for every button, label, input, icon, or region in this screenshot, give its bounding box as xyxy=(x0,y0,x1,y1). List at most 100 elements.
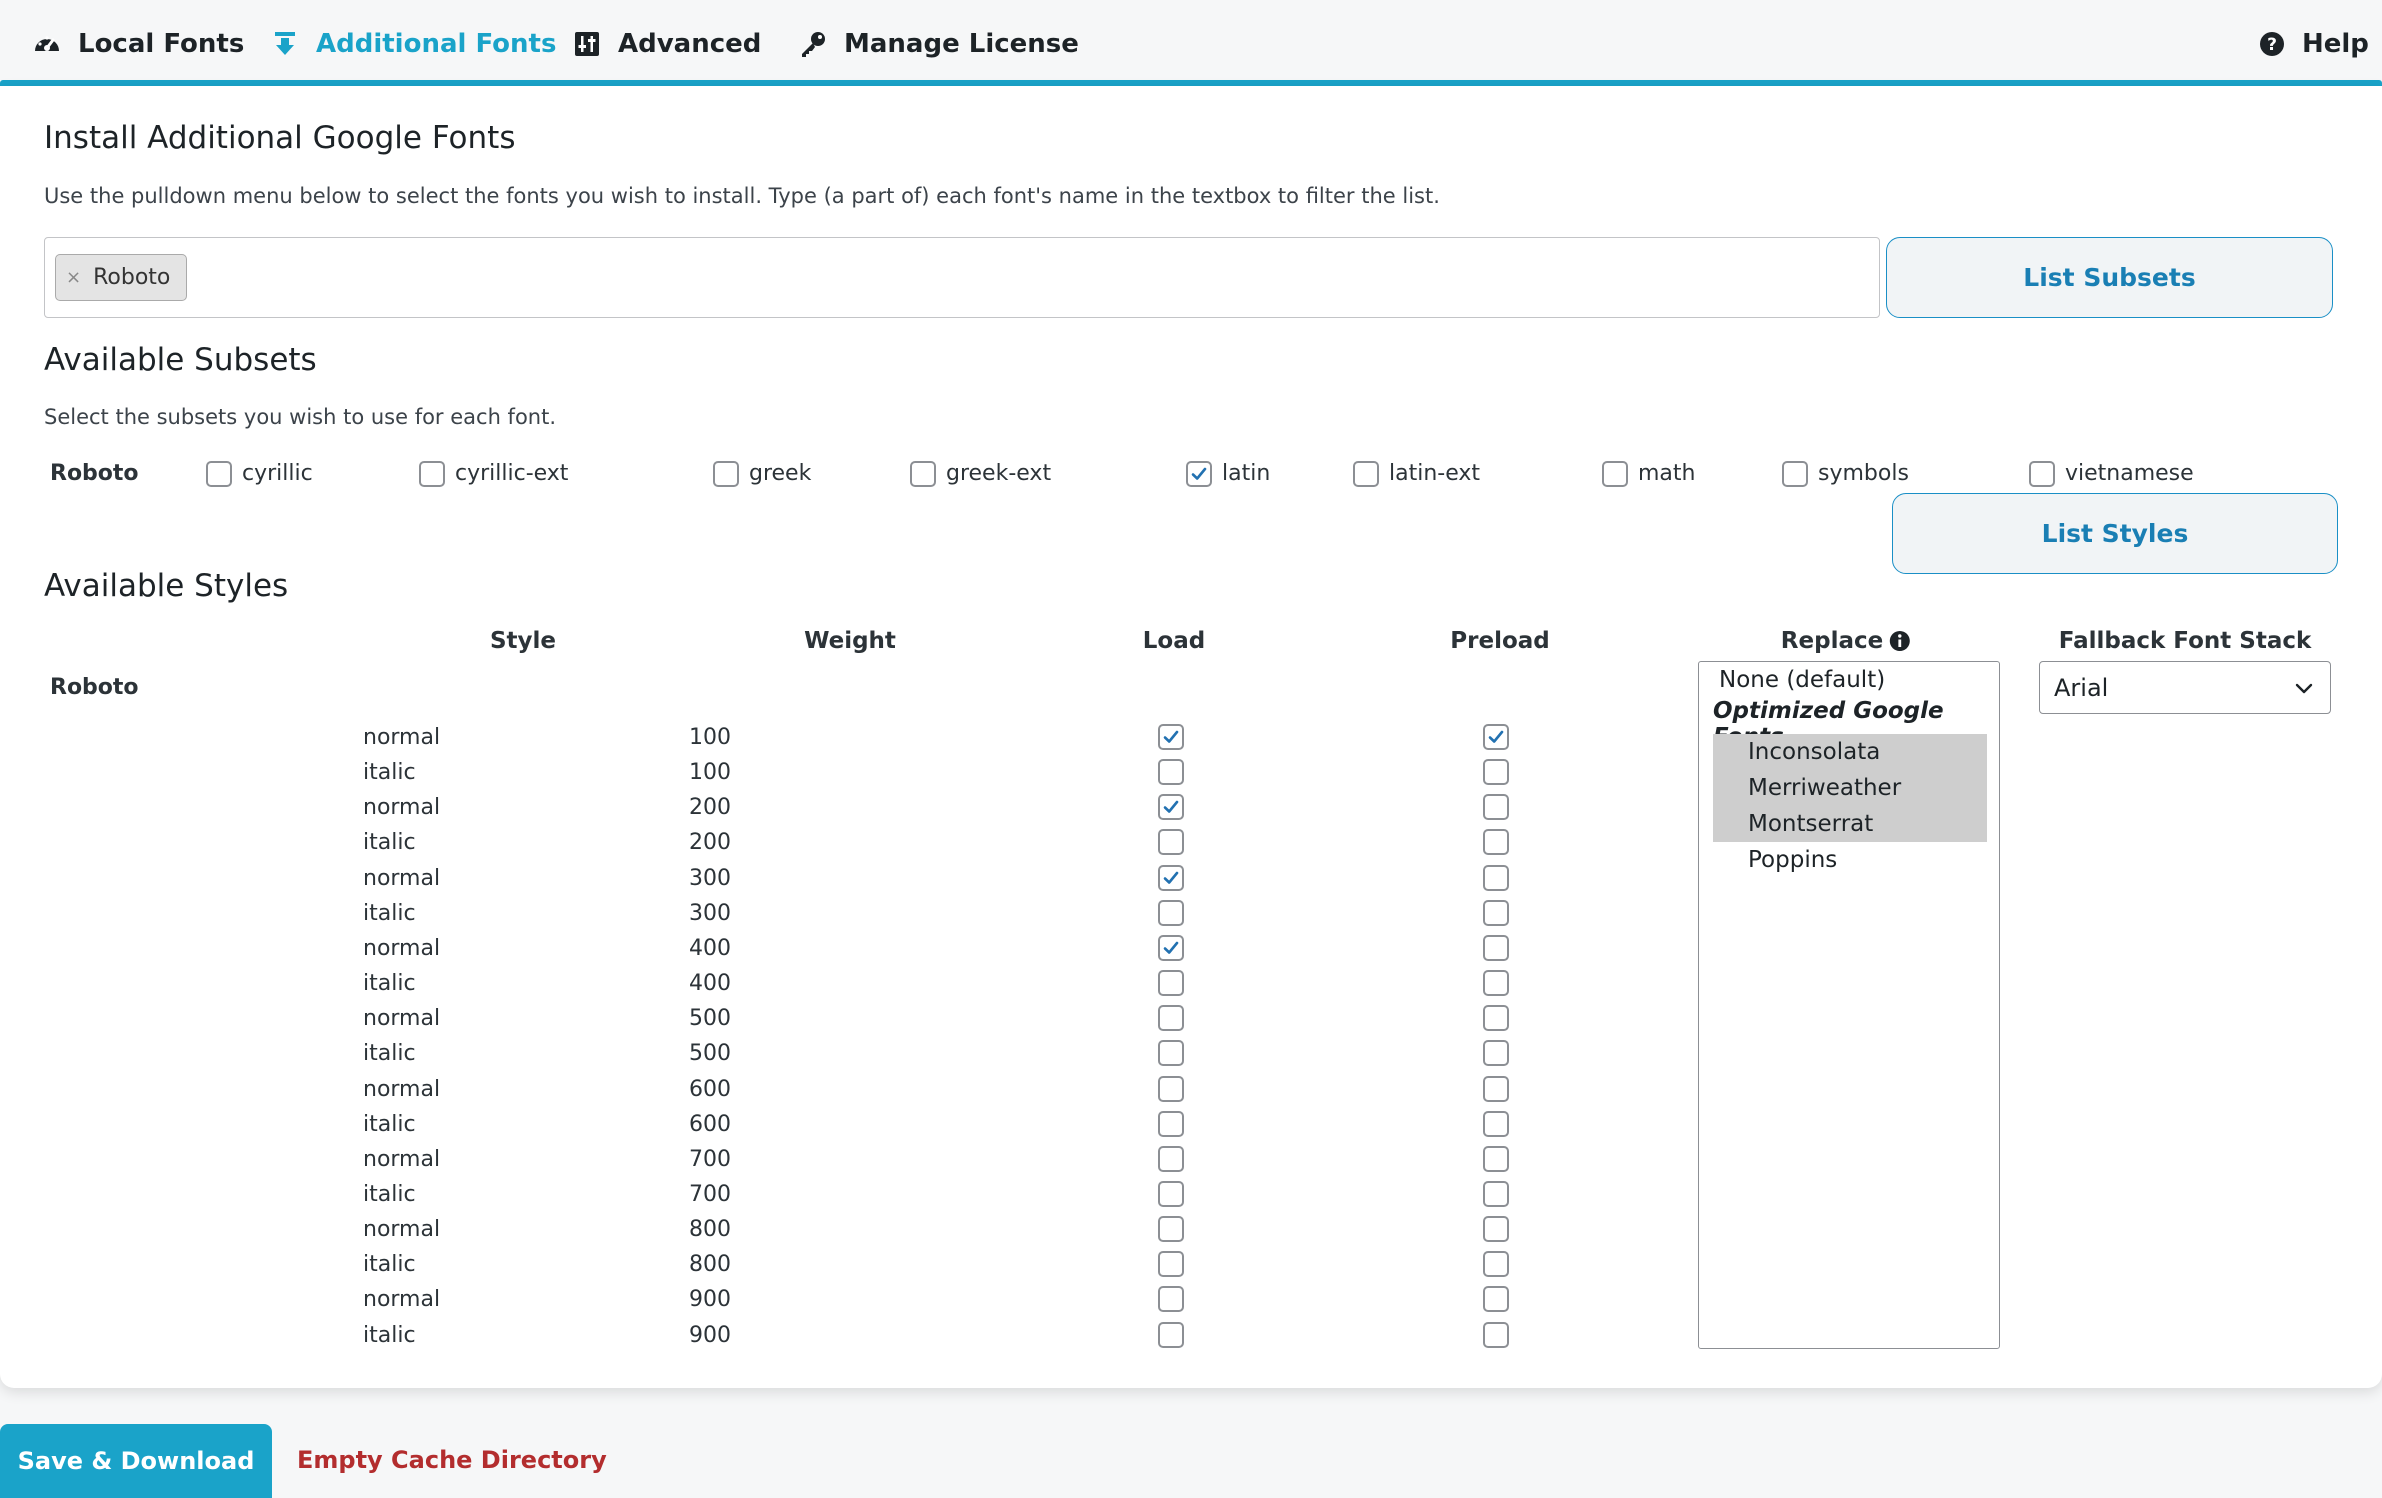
preload-checkbox[interactable] xyxy=(1483,1040,1509,1066)
load-checkbox[interactable] xyxy=(1158,1146,1184,1172)
font-select-input[interactable]: × Roboto xyxy=(44,237,1880,318)
subset-checkbox-greek[interactable] xyxy=(713,461,739,487)
preload-checkbox[interactable] xyxy=(1483,829,1509,855)
weight-cell: 600 xyxy=(689,1077,731,1102)
tab-label: Additional Fonts xyxy=(316,29,557,59)
column-header-weight: Weight xyxy=(804,628,896,654)
load-checkbox[interactable] xyxy=(1158,1181,1184,1207)
styles-font-name: Roboto xyxy=(50,675,139,700)
replace-option[interactable]: Merriweather xyxy=(1713,770,1987,806)
subset-checkbox-symbols[interactable] xyxy=(1782,461,1808,487)
style-cell: italic xyxy=(363,1041,416,1066)
list-styles-button[interactable]: List Styles xyxy=(1892,493,2338,574)
load-checkbox[interactable] xyxy=(1158,1076,1184,1102)
tab-additional-fonts[interactable]: Additional Fonts xyxy=(268,22,556,66)
preload-checkbox[interactable] xyxy=(1483,1251,1509,1277)
preload-checkbox[interactable] xyxy=(1483,1111,1509,1137)
style-cell: normal xyxy=(363,795,441,820)
style-cell: normal xyxy=(363,936,441,961)
preload-checkbox[interactable] xyxy=(1483,794,1509,820)
subset-checkbox-vietnamese[interactable] xyxy=(2029,461,2055,487)
subset-label: latin-ext xyxy=(1389,461,1481,486)
list-subsets-button[interactable]: List Subsets xyxy=(1886,237,2333,318)
preload-checkbox[interactable] xyxy=(1483,1322,1509,1348)
weight-cell: 200 xyxy=(689,795,731,820)
load-checkbox[interactable] xyxy=(1158,829,1184,855)
subset-checkbox-latin[interactable] xyxy=(1186,461,1212,487)
preload-checkbox[interactable] xyxy=(1483,935,1509,961)
replace-option-default[interactable]: None (default) xyxy=(1699,662,1999,698)
weight-cell: 500 xyxy=(689,1006,731,1031)
subset-label: cyrillic-ext xyxy=(455,461,569,486)
load-checkbox[interactable] xyxy=(1158,900,1184,926)
style-cell: normal xyxy=(363,1287,441,1312)
style-cell: italic xyxy=(363,760,416,785)
column-header-load: Load xyxy=(1142,628,1206,654)
subset-label: latin xyxy=(1222,461,1271,486)
styles-title: Available Styles xyxy=(44,568,289,604)
load-checkbox[interactable] xyxy=(1158,1322,1184,1348)
load-checkbox[interactable] xyxy=(1158,970,1184,996)
subset-checkbox-math[interactable] xyxy=(1602,461,1628,487)
subset-checkbox-latin-ext[interactable] xyxy=(1353,461,1379,487)
style-cell: italic xyxy=(363,1323,416,1348)
style-cell: normal xyxy=(363,866,441,891)
preload-checkbox[interactable] xyxy=(1483,1076,1509,1102)
subset-label: greek-ext xyxy=(946,461,1052,486)
weight-cell: 700 xyxy=(689,1147,731,1172)
preload-checkbox[interactable] xyxy=(1483,970,1509,996)
subset-label: cyrillic xyxy=(242,461,313,486)
gauge-icon xyxy=(30,27,64,61)
preload-checkbox[interactable] xyxy=(1483,1005,1509,1031)
style-cell: normal xyxy=(363,725,441,750)
subsets-title: Available Subsets xyxy=(44,342,317,378)
download-icon xyxy=(268,27,302,61)
help-link[interactable]: ? Help xyxy=(2258,22,2369,66)
preload-checkbox[interactable] xyxy=(1483,1181,1509,1207)
load-checkbox[interactable] xyxy=(1158,794,1184,820)
preload-checkbox[interactable] xyxy=(1483,759,1509,785)
load-checkbox[interactable] xyxy=(1158,1216,1184,1242)
style-cell: italic xyxy=(363,971,416,996)
tab-local-fonts[interactable]: Local Fonts xyxy=(30,22,244,66)
subset-checkbox-cyrillic-ext[interactable] xyxy=(419,461,445,487)
load-checkbox[interactable] xyxy=(1158,1251,1184,1277)
preload-checkbox[interactable] xyxy=(1483,865,1509,891)
empty-cache-link[interactable]: Empty Cache Directory xyxy=(297,1446,607,1474)
install-title: Install Additional Google Fonts xyxy=(44,120,516,156)
subsets-description: Select the subsets you wish to use for e… xyxy=(44,405,557,429)
chevron-down-icon xyxy=(2292,676,2316,706)
load-checkbox[interactable] xyxy=(1158,1040,1184,1066)
preload-checkbox[interactable] xyxy=(1483,724,1509,750)
tab-manage-license[interactable]: Manage License xyxy=(796,22,1079,66)
info-icon[interactable] xyxy=(1889,630,1911,652)
weight-cell: 900 xyxy=(689,1323,731,1348)
load-checkbox[interactable] xyxy=(1158,935,1184,961)
preload-checkbox[interactable] xyxy=(1483,1216,1509,1242)
replace-font-select[interactable]: None (default) Optimized Google Fonts In… xyxy=(1698,661,2000,1349)
load-checkbox[interactable] xyxy=(1158,724,1184,750)
preload-checkbox[interactable] xyxy=(1483,900,1509,926)
preload-checkbox[interactable] xyxy=(1483,1286,1509,1312)
question-circle-icon: ? xyxy=(2258,27,2286,61)
load-checkbox[interactable] xyxy=(1158,759,1184,785)
save-download-button[interactable]: Save & Download xyxy=(0,1424,272,1498)
subset-checkbox-greek-ext[interactable] xyxy=(910,461,936,487)
preload-checkbox[interactable] xyxy=(1483,1146,1509,1172)
help-label: Help xyxy=(2302,29,2369,59)
tab-advanced[interactable]: Advanced xyxy=(570,22,761,66)
load-checkbox[interactable] xyxy=(1158,1111,1184,1137)
tab-label: Manage License xyxy=(844,29,1079,59)
replace-option[interactable]: Montserrat xyxy=(1713,806,1987,842)
subset-label: greek xyxy=(749,461,812,486)
svg-text:?: ? xyxy=(2267,35,2277,55)
load-checkbox[interactable] xyxy=(1158,865,1184,891)
remove-tag-icon[interactable]: × xyxy=(66,267,81,288)
subset-checkbox-cyrillic[interactable] xyxy=(206,461,232,487)
fallback-font-select[interactable]: Arial xyxy=(2039,661,2331,714)
replace-option[interactable]: Poppins xyxy=(1713,842,1987,878)
load-checkbox[interactable] xyxy=(1158,1286,1184,1312)
replace-option[interactable]: Inconsolata xyxy=(1713,734,1987,770)
style-cell: normal xyxy=(363,1217,441,1242)
load-checkbox[interactable] xyxy=(1158,1005,1184,1031)
